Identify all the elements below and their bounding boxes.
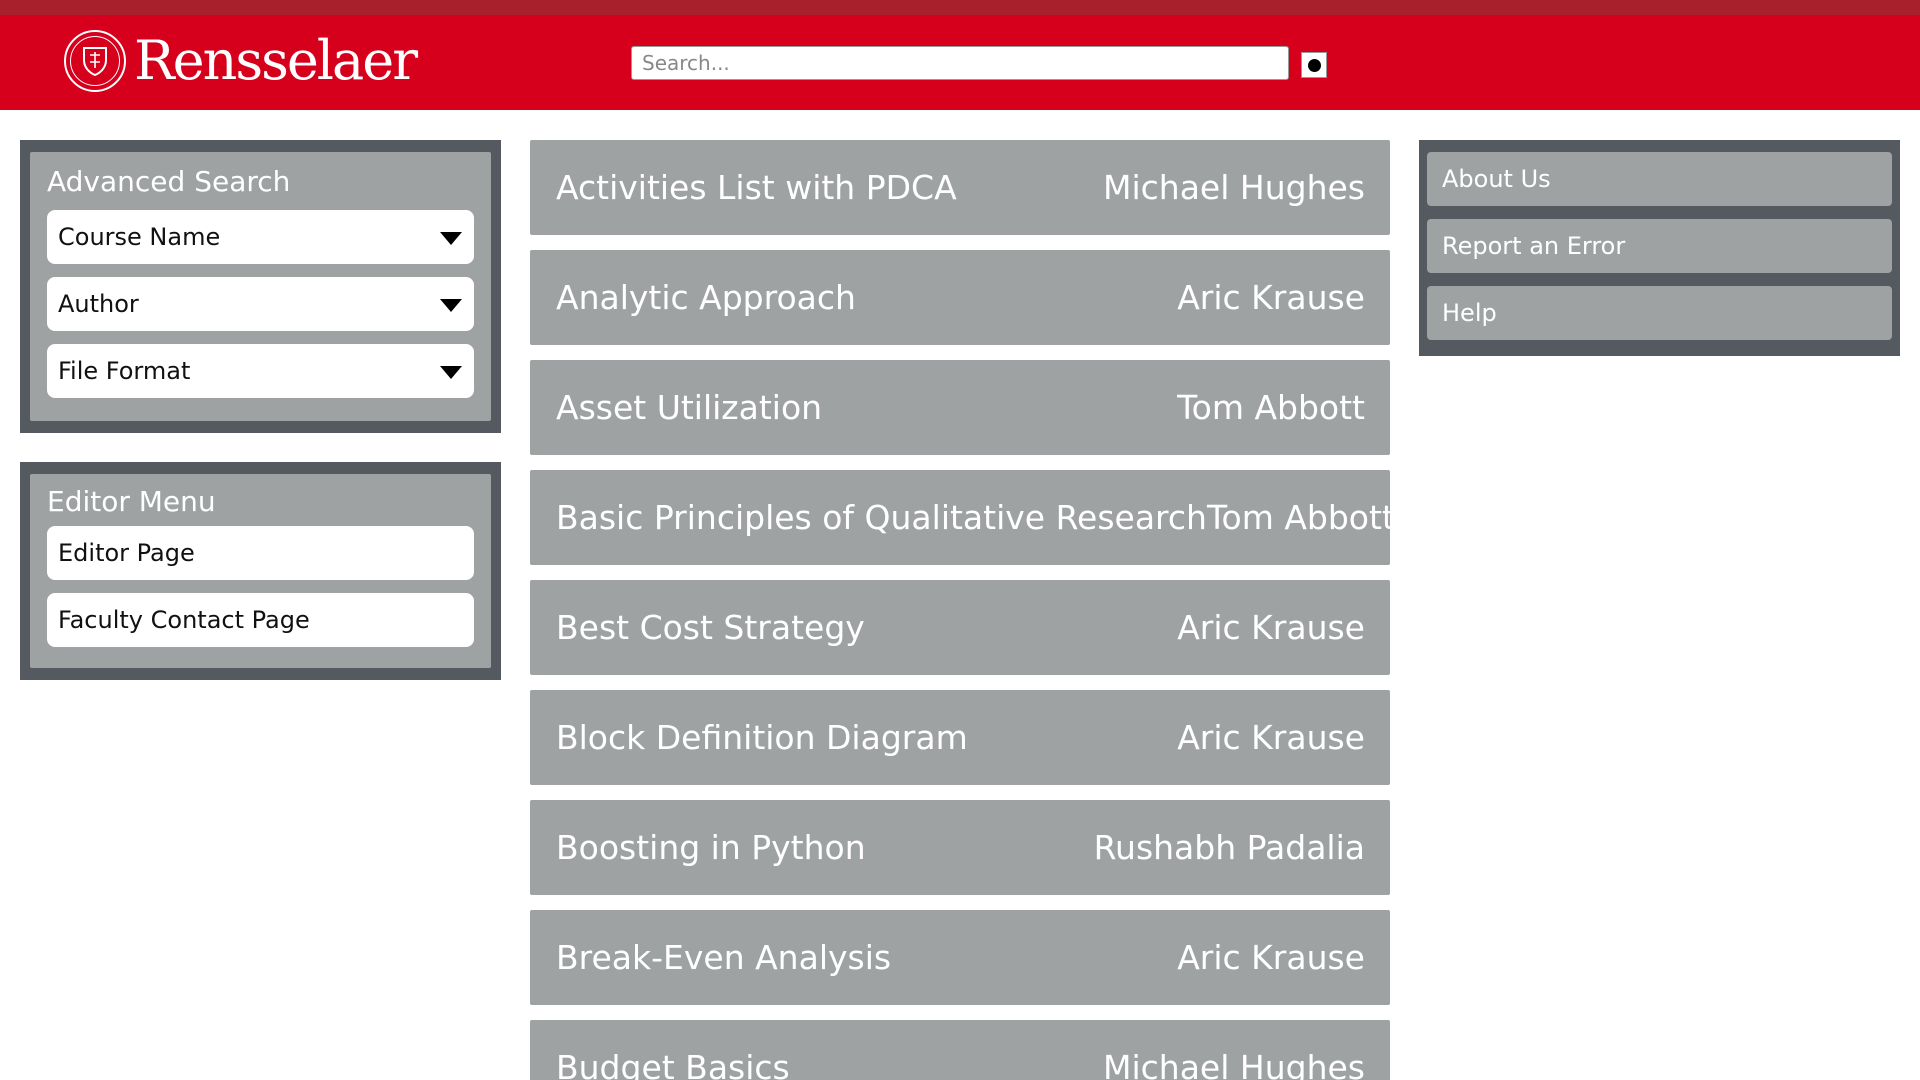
course-row[interactable]: Boosting in Python Rushabh Padalia — [530, 800, 1390, 895]
advanced-search-panel: Advanced Search Course Name Author File … — [20, 140, 501, 433]
course-author: Aric Krause — [1177, 278, 1365, 317]
course-author: Michael Hughes — [1103, 168, 1365, 207]
site-header: Rensselaer — [0, 15, 1920, 110]
chevron-down-icon — [440, 232, 462, 245]
course-row[interactable]: Budget Basics Michael Hughes — [530, 1020, 1390, 1080]
about-us-link[interactable]: About Us — [1427, 152, 1892, 206]
course-author: Rushabh Padalia — [1093, 828, 1365, 867]
search-button[interactable] — [1301, 52, 1327, 78]
course-row[interactable]: Break-Even Analysis Aric Krause — [530, 910, 1390, 1005]
author-filter[interactable]: Author — [47, 277, 474, 331]
course-author: Michael Hughes — [1103, 1048, 1365, 1080]
course-name: Activities List with PDCA — [556, 168, 957, 207]
course-row[interactable]: Asset Utilization Tom Abbott — [530, 360, 1390, 455]
course-author: Tom Abbott — [1177, 388, 1365, 427]
course-row[interactable]: Analytic Approach Aric Krause — [530, 250, 1390, 345]
course-author: Aric Krause — [1177, 608, 1365, 647]
course-row[interactable]: Block Definition Diagram Aric Krause — [530, 690, 1390, 785]
file-format-filter-label: File Format — [58, 357, 191, 385]
course-author: Aric Krause — [1177, 938, 1365, 977]
course-name: Block Definition Diagram — [556, 718, 968, 757]
course-row[interactable]: Activities List with PDCA Michael Hughes — [530, 140, 1390, 235]
rensselaer-logo[interactable]: Rensselaer — [64, 29, 418, 93]
logo-wordmark: Rensselaer — [134, 29, 418, 92]
course-name: Boosting in Python — [556, 828, 866, 867]
course-name-filter-label: Course Name — [58, 223, 221, 251]
course-author: Tom Abbott — [1206, 498, 1390, 537]
help-link[interactable]: Help — [1427, 286, 1892, 340]
search-input[interactable] — [631, 46, 1289, 80]
course-name: Break-Even Analysis — [556, 938, 892, 977]
course-row[interactable]: Best Cost Strategy Aric Krause — [530, 580, 1390, 675]
course-name: Best Cost Strategy — [556, 608, 865, 647]
institute-seal-icon — [64, 30, 126, 92]
course-name: Analytic Approach — [556, 278, 856, 317]
course-name: Asset Utilization — [556, 388, 823, 427]
chevron-down-icon — [440, 366, 462, 379]
report-error-link[interactable]: Report an Error — [1427, 219, 1892, 273]
course-name: Basic Principles of Qualitative Research — [556, 498, 1207, 537]
editor-page-link[interactable]: Editor Page — [47, 526, 474, 580]
editor-menu-panel: Editor Menu Editor Page Faculty Contact … — [20, 462, 501, 680]
info-nav-panel: About Us Report an Error Help — [1419, 140, 1900, 356]
course-name: Budget Basics — [556, 1048, 790, 1080]
course-list: Activities List with PDCA Michael Hughes… — [530, 140, 1390, 1080]
editor-menu-title: Editor Menu — [47, 485, 216, 518]
top-accent-strip — [0, 0, 1920, 15]
advanced-search-title: Advanced Search — [47, 165, 291, 198]
course-name-filter[interactable]: Course Name — [47, 210, 474, 264]
search-submit-icon — [1307, 58, 1321, 72]
course-row[interactable]: Basic Principles of Qualitative Research… — [530, 470, 1390, 565]
course-author: Aric Krause — [1177, 718, 1365, 757]
author-filter-label: Author — [58, 290, 139, 318]
faculty-contact-page-link[interactable]: Faculty Contact Page — [47, 593, 474, 647]
chevron-down-icon — [440, 299, 462, 312]
file-format-filter[interactable]: File Format — [47, 344, 474, 398]
